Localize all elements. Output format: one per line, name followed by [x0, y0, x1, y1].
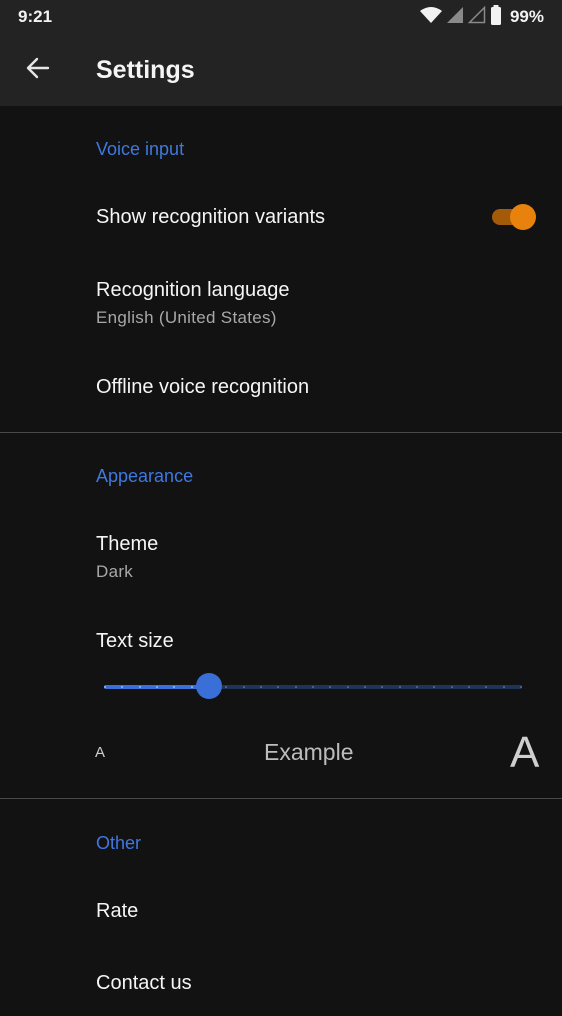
section-divider [0, 432, 562, 433]
slider-tick [364, 686, 366, 688]
arrow-left-icon [25, 55, 51, 86]
pref-title: Offline voice recognition [96, 376, 310, 398]
slider-tick [312, 686, 314, 688]
slider-tick [225, 686, 227, 688]
status-icons: 99% [419, 4, 544, 30]
signal-empty-icon [467, 5, 486, 29]
slider-thumb[interactable] [196, 673, 222, 699]
pref-recognition-language[interactable]: Recognition language English (United Sta… [0, 258, 562, 344]
slider-tick [121, 686, 123, 688]
slider-tick [329, 686, 331, 688]
show-variants-toggle[interactable] [492, 202, 536, 230]
pref-summary: Dark [96, 562, 134, 581]
slider-tick [277, 686, 279, 688]
slider-tick [156, 686, 158, 688]
slider-tick [191, 686, 193, 688]
slider-tick [503, 686, 505, 688]
back-button[interactable] [14, 46, 62, 94]
slider-tick [468, 686, 470, 688]
pref-offline-voice-recognition[interactable]: Offline voice recognition [0, 352, 562, 420]
pref-title: Show recognition variants [96, 206, 326, 228]
status-bar: 9:21 99% [0, 0, 562, 34]
pref-show-recognition-variants[interactable]: Show recognition variants [0, 184, 562, 250]
pref-title: Recognition language [96, 279, 290, 301]
page-title: Settings [96, 56, 195, 84]
battery-percent: 99% [509, 7, 544, 26]
text-size-small-glyph: A [95, 744, 106, 761]
pref-summary: English (United States) [96, 308, 277, 327]
battery-icon [490, 4, 502, 30]
slider-tick [485, 686, 487, 688]
section-header-other: Other [96, 833, 142, 853]
slider-tick [520, 686, 522, 688]
slider-tick [173, 686, 175, 688]
slider-tick [433, 686, 435, 688]
slider-tick [399, 686, 401, 688]
pref-rate[interactable]: Rate [0, 878, 562, 944]
pref-theme[interactable]: Theme Dark [0, 512, 562, 598]
status-time: 9:21 [18, 7, 53, 26]
pref-title: Contact us [96, 972, 192, 994]
section-header-voice-input: Voice input [96, 139, 185, 159]
text-size-title: Text size [96, 630, 174, 652]
slider-tick [347, 686, 349, 688]
pref-title: Theme [96, 533, 159, 555]
toggle-thumb [510, 204, 536, 230]
pref-title: Rate [96, 900, 139, 922]
section-divider [0, 798, 562, 799]
slider-tick [243, 686, 245, 688]
slider-tick [260, 686, 262, 688]
slider-tick [381, 686, 383, 688]
text-size-large-glyph: A [510, 728, 540, 777]
slider-tick [451, 686, 453, 688]
section-header-appearance: Appearance [96, 466, 194, 486]
slider-tick [139, 686, 141, 688]
text-size-example: Example [264, 739, 354, 765]
wifi-icon [419, 6, 442, 29]
signal-icon [446, 6, 464, 29]
slider-tick [416, 686, 418, 688]
app-bar: Settings [0, 34, 562, 106]
pref-contact-us[interactable]: Contact us [0, 950, 562, 1016]
slider-tick [295, 686, 297, 688]
slider-tick [104, 686, 106, 688]
text-size-slider[interactable] [104, 672, 522, 702]
